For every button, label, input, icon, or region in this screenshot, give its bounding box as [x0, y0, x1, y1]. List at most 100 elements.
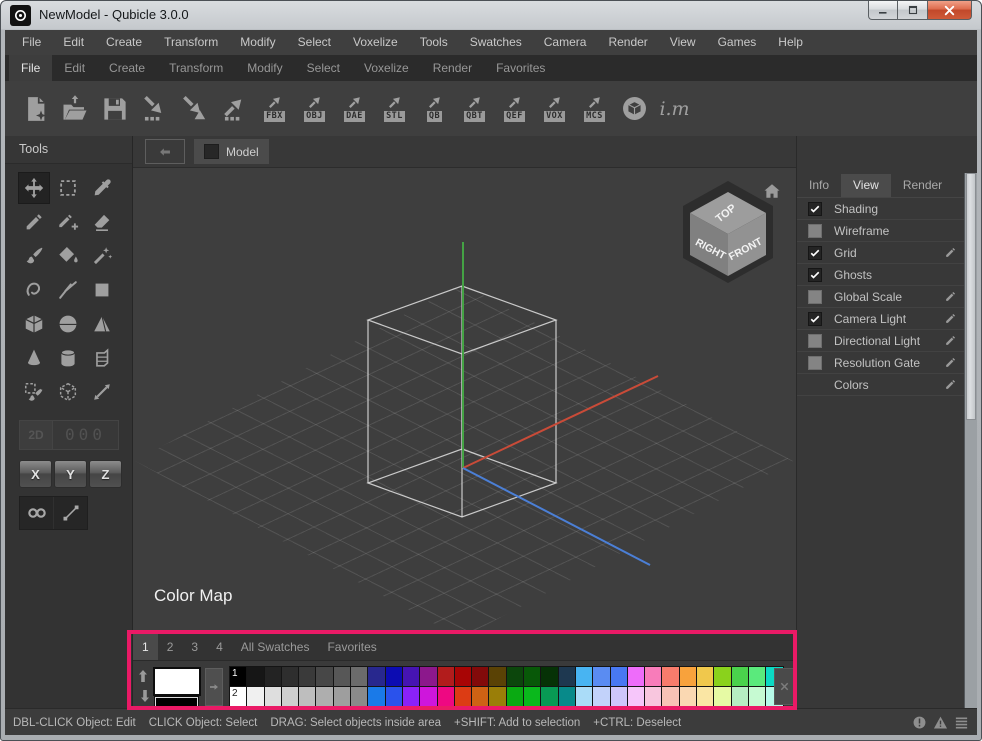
toolbar-import-mesh-button[interactable] [181, 95, 208, 122]
swatch-tab-favorites[interactable]: Favorites [318, 634, 385, 660]
swatch-r2-c4[interactable] [282, 687, 298, 706]
home-icon[interactable] [763, 182, 781, 200]
checkbox-global-scale[interactable] [808, 290, 822, 304]
swatch-r2-c24[interactable] [628, 687, 644, 706]
swatch-r2-c11[interactable] [403, 687, 419, 706]
swatch-r1-c29[interactable] [714, 667, 730, 686]
tool-select-box[interactable] [52, 376, 84, 408]
tab-info[interactable]: Info [797, 174, 841, 197]
swatch-r2-c8[interactable] [351, 687, 367, 706]
menu-camera[interactable]: Camera [533, 30, 598, 55]
menu-help[interactable]: Help [767, 30, 814, 55]
ribbon-tab-modify[interactable]: Modify [235, 55, 294, 81]
tool-rectangle[interactable] [86, 274, 118, 306]
checkbox-wireframe[interactable] [808, 224, 822, 238]
toolbar-import-button[interactable] [141, 95, 168, 122]
tool-pencil-add[interactable] [52, 206, 84, 238]
swatch-r2-c7[interactable] [334, 687, 350, 706]
swatch-r1-c9[interactable] [368, 667, 384, 686]
swatch-tab-3[interactable]: 3 [182, 634, 207, 660]
status-warning-icon[interactable] [933, 715, 948, 730]
menu-tools[interactable]: Tools [409, 30, 459, 55]
tool-select-rectangle[interactable] [52, 172, 84, 204]
swatch-r2-c10[interactable] [386, 687, 402, 706]
toolbar-export-button[interactable] [221, 95, 248, 122]
swatch-r1-c11[interactable] [403, 667, 419, 686]
swatch-r2-c30[interactable] [732, 687, 748, 706]
swatch-tab-all-swatches[interactable]: All Swatches [232, 634, 319, 660]
swatch-r1-c24[interactable] [628, 667, 644, 686]
swatch-close-button[interactable] [774, 668, 794, 705]
checkbox-ghosts[interactable] [808, 268, 822, 282]
ribbon-tab-select[interactable]: Select [295, 55, 352, 81]
swatch-r2-c18[interactable] [524, 687, 540, 706]
ribbon-tab-transform[interactable]: Transform [157, 55, 235, 81]
foreground-color[interactable] [153, 667, 201, 696]
tool-polyline[interactable] [52, 274, 84, 306]
menu-render[interactable]: Render [597, 30, 658, 55]
menu-transform[interactable]: Transform [153, 30, 229, 55]
swatch-r1-c21[interactable] [576, 667, 592, 686]
menu-select[interactable]: Select [287, 30, 342, 55]
swatch-r2-c23[interactable] [611, 687, 627, 706]
menu-voxelize[interactable]: Voxelize [342, 30, 409, 55]
tool-paint-bucket[interactable] [52, 240, 84, 272]
swatch-r1-c23[interactable] [611, 667, 627, 686]
edit-pencil-icon[interactable] [944, 378, 957, 391]
edit-pencil-icon[interactable] [944, 334, 957, 347]
swatch-r1-c13[interactable] [438, 667, 454, 686]
back-button[interactable] [145, 139, 185, 164]
swatch-r2-c9[interactable] [368, 687, 384, 706]
maximize-button[interactable] [898, 1, 927, 20]
checkbox-camera-light[interactable] [808, 312, 822, 326]
tab-model[interactable]: Model [194, 139, 269, 164]
swatch-r1-c3[interactable] [265, 667, 281, 686]
axis-z-button[interactable]: Z [89, 460, 122, 488]
menu-games[interactable]: Games [707, 30, 768, 55]
swatch-tab-1[interactable]: 1 [133, 634, 158, 660]
swatch-r2-c19[interactable] [541, 687, 557, 706]
swatch-r1-c27[interactable] [680, 667, 696, 686]
swatch-r1-c25[interactable] [645, 667, 661, 686]
tool-eyedropper[interactable] [86, 172, 118, 204]
ribbon-tab-render[interactable]: Render [421, 55, 484, 81]
swatch-r1-c12[interactable] [420, 667, 436, 686]
swatch-r1-c22[interactable] [593, 667, 609, 686]
toolbar-export-fbx-button[interactable]: FBX [261, 95, 288, 122]
swatch-r2-c26[interactable] [662, 687, 678, 706]
toolbar-im-logo-button[interactable]: i.m [661, 94, 688, 124]
tool-cone[interactable] [18, 342, 50, 374]
toolbar-export-qb-button[interactable]: QB [421, 95, 448, 122]
menu-file[interactable]: File [11, 30, 52, 55]
mode-2d-control[interactable]: 2D 000 [19, 420, 119, 450]
tool-brush[interactable] [18, 240, 50, 272]
ribbon-tab-favorites[interactable]: Favorites [484, 55, 557, 81]
swatch-r2-c3[interactable] [265, 687, 281, 706]
toolbar-export-dae-button[interactable]: DAE [341, 95, 368, 122]
ribbon-tab-create[interactable]: Create [97, 55, 157, 81]
tool-magic-wand[interactable] [86, 240, 118, 272]
swatch-r2-c6[interactable] [316, 687, 332, 706]
swatch-r2-c28[interactable] [697, 687, 713, 706]
status-info-icon[interactable] [912, 715, 927, 730]
toolbar-export-qef-button[interactable]: QEF [501, 95, 528, 122]
toolbar-save-file-button[interactable] [101, 94, 128, 124]
toolbar-sketchfab-button[interactable] [621, 95, 648, 122]
ribbon-tab-file[interactable]: File [9, 55, 52, 81]
title-bar[interactable]: NewModel - Qubicle 3.0.0 [1, 1, 981, 30]
toolbar-export-mcs-button[interactable]: MCS [581, 95, 608, 122]
checkbox-directional-light[interactable] [808, 334, 822, 348]
tool-move[interactable] [18, 172, 50, 204]
swatch-r2-c29[interactable] [714, 687, 730, 706]
swatch-r2-c21[interactable] [576, 687, 592, 706]
swatch-r2-c31[interactable] [749, 687, 765, 706]
swatch-r2-c16[interactable] [489, 687, 505, 706]
tool-eraser[interactable] [86, 206, 118, 238]
panel-scrollbar[interactable] [964, 173, 977, 709]
swatch-r1-c5[interactable] [299, 667, 315, 686]
swatch-r1-c14[interactable] [455, 667, 471, 686]
line-tool-button[interactable] [54, 497, 87, 529]
swatch-r1-c28[interactable] [697, 667, 713, 686]
mirror-tool-button[interactable] [20, 497, 54, 529]
axis-x-button[interactable]: X [19, 460, 52, 488]
